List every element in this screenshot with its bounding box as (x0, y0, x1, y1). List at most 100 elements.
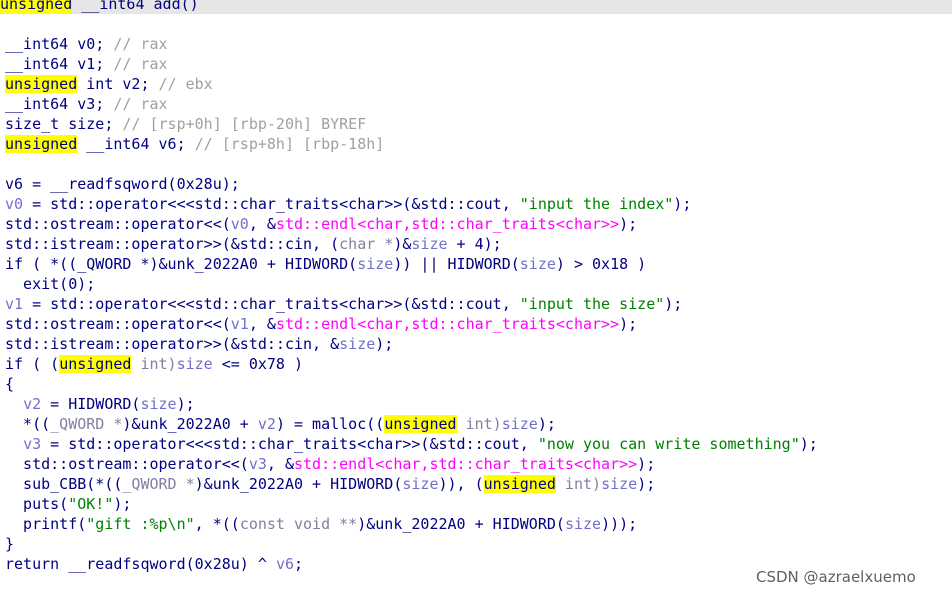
code-text: } (5, 535, 15, 553)
variable-token: size (601, 475, 638, 493)
cast-type: int) (131, 355, 177, 373)
decl-text: int v2; (77, 75, 159, 93)
cast-type: int) (555, 475, 602, 493)
variable-token: v6 (275, 555, 294, 573)
code-text: ); (537, 415, 556, 433)
code-line[interactable]: v0 = std::operator<<<std::char_traits<ch… (5, 194, 691, 214)
code-text: ))); (601, 515, 638, 533)
code-line[interactable]: printf("gift :%p\n", *((const void **)&u… (5, 514, 637, 534)
decl-comment: // rax (113, 95, 168, 113)
keyword-highlight: unsigned (59, 355, 132, 373)
code-text: if ( *((_QWORD *)&unk_2022A0 + HIDWORD( (5, 255, 358, 273)
code-text: = std::operator<<<std::char_traits<char>… (41, 435, 538, 453)
code-line[interactable]: exit(0); (5, 274, 95, 294)
decl-line-v6[interactable]: unsigned __int64 v6; // [rsp+8h] [rbp-18… (5, 134, 384, 154)
code-text: ); (637, 475, 656, 493)
variable-token: size (357, 255, 394, 273)
code-line[interactable]: { (5, 374, 14, 394)
variable-token: size (564, 515, 602, 533)
cast-type: int) (456, 415, 502, 433)
variable-token: v2 (257, 415, 276, 433)
watermark-text: CSDN @azraelxuemo (756, 568, 916, 586)
variable-token: v1 (230, 315, 249, 333)
code-line[interactable]: std::ostream::operator<<(v1, &std::endl<… (5, 314, 637, 334)
decl-line-size[interactable]: size_t size; // [rsp+0h] [rbp-20h] BYREF (5, 114, 366, 134)
string-literal: "now you can write something" (537, 435, 800, 453)
code-text: , & (248, 315, 276, 333)
code-line[interactable]: std::istream::operator>>(&std::cin, &siz… (5, 334, 393, 354)
variable-token: v2 (23, 395, 42, 413)
code-text: if ( ( (5, 355, 60, 373)
code-text: std::ostream::operator<<( (5, 215, 231, 233)
decl-text: __int64 v6; (77, 135, 195, 153)
code-text: , *(( (194, 515, 240, 533)
decl-line-v1[interactable]: __int64 v1; // rax (5, 54, 168, 74)
code-line[interactable]: *((_QWORD *)&unk_2022A0 + v2) = malloc((… (5, 414, 556, 434)
keyword-highlight: unsigned (483, 475, 556, 493)
decl-line-v0[interactable]: __int64 v0; // rax (5, 34, 168, 54)
code-text: ) > 0x18 ) (555, 255, 647, 273)
code-line[interactable]: if ( *((_QWORD *)&unk_2022A0 + HIDWORD(s… (5, 254, 646, 274)
variable-token: size (519, 255, 556, 273)
code-text: ); (113, 495, 132, 513)
code-line[interactable]: std::ostream::operator<<(v0, &std::endl<… (5, 214, 637, 234)
variable-token: v3 (23, 435, 42, 453)
code-text: printf( (5, 515, 87, 533)
code-line[interactable]: std::ostream::operator<<(v3, &std::endl<… (5, 454, 655, 474)
keyword-highlight: unsigned (5, 135, 78, 153)
decl-line-v3[interactable]: __int64 v3; // rax (5, 94, 168, 114)
code-text: return __readfsqword(0x28u) ^ (5, 555, 276, 573)
code-line[interactable]: v1 = std::operator<<<std::char_traits<ch… (5, 294, 682, 314)
decl-text: __int64 v0; (5, 35, 114, 53)
string-literal: "gift :%p\n" (86, 515, 195, 533)
code-text: ; (294, 555, 304, 573)
imported-symbol: std::endl<char,std::char_traits<char>> (275, 215, 620, 233)
cast-type: const void ** (239, 515, 358, 533)
code-text: sub_CBB(*(( (5, 475, 123, 493)
code-line[interactable]: std::istream::operator>>(&std::cin, (cha… (5, 234, 502, 254)
function-signature[interactable]: unsigned __int64 add() (0, 0, 199, 14)
code-text: { (5, 375, 15, 393)
decl-text: __int64 v3; (5, 95, 114, 113)
decl-comment: // [rsp+0h] [rbp-20h] BYREF (122, 115, 367, 133)
code-line[interactable]: } (5, 534, 14, 554)
code-line[interactable]: return __readfsqword(0x28u) ^ v6; (5, 554, 303, 574)
string-literal: "input the index" (519, 195, 674, 213)
code-text: , & (248, 215, 276, 233)
code-text: ); (664, 295, 683, 313)
decl-line-v2[interactable]: unsigned int v2; // ebx (5, 74, 213, 94)
code-line[interactable]: v6 = __readfsqword(0x28u); (5, 174, 240, 194)
code-text: ); (176, 395, 195, 413)
decl-comment: // rax (113, 35, 168, 53)
string-literal: "input the size" (519, 295, 665, 313)
code-text: = std::operator<<<std::char_traits<char>… (23, 295, 520, 313)
code-text: ); (619, 315, 638, 333)
code-text: std::ostream::operator<<( (5, 315, 231, 333)
code-line[interactable]: v3 = std::operator<<<std::char_traits<ch… (5, 434, 818, 454)
code-text: std::istream::operator>>(&std::cin, & (5, 335, 340, 353)
decl-text: __int64 v1; (5, 55, 114, 73)
variable-token: size (140, 395, 177, 413)
code-line[interactable]: puts("OK!"); (5, 494, 131, 514)
keyword-highlight: unsigned (0, 0, 73, 13)
code-line[interactable]: sub_CBB(*((_QWORD *)&unk_2022A0 + HIDWOR… (5, 474, 655, 494)
code-text: v6 = __readfsqword(0x28u); (5, 175, 240, 193)
code-text: = std::operator<<<std::char_traits<char>… (23, 195, 520, 213)
code-line[interactable]: if ( (unsigned int)size <= 0x78 ) (5, 354, 303, 374)
imported-symbol: std::endl<char,std::char_traits<char>> (294, 455, 638, 473)
code-text: puts( (5, 495, 69, 513)
keyword-highlight: unsigned (384, 415, 457, 433)
signature-text: __int64 add() (72, 0, 199, 13)
code-text: ); (673, 195, 692, 213)
variable-token: size (402, 475, 439, 493)
code-text: )& (393, 235, 412, 253)
variable-token: v0 (5, 195, 24, 213)
variable-token: v0 (230, 215, 249, 233)
keyword-highlight: unsigned (5, 75, 78, 93)
variable-token: size (176, 355, 213, 373)
variable-token: size (411, 235, 448, 253)
code-text: ); (799, 435, 818, 453)
code-line[interactable]: v2 = HIDWORD(size); (5, 394, 195, 414)
